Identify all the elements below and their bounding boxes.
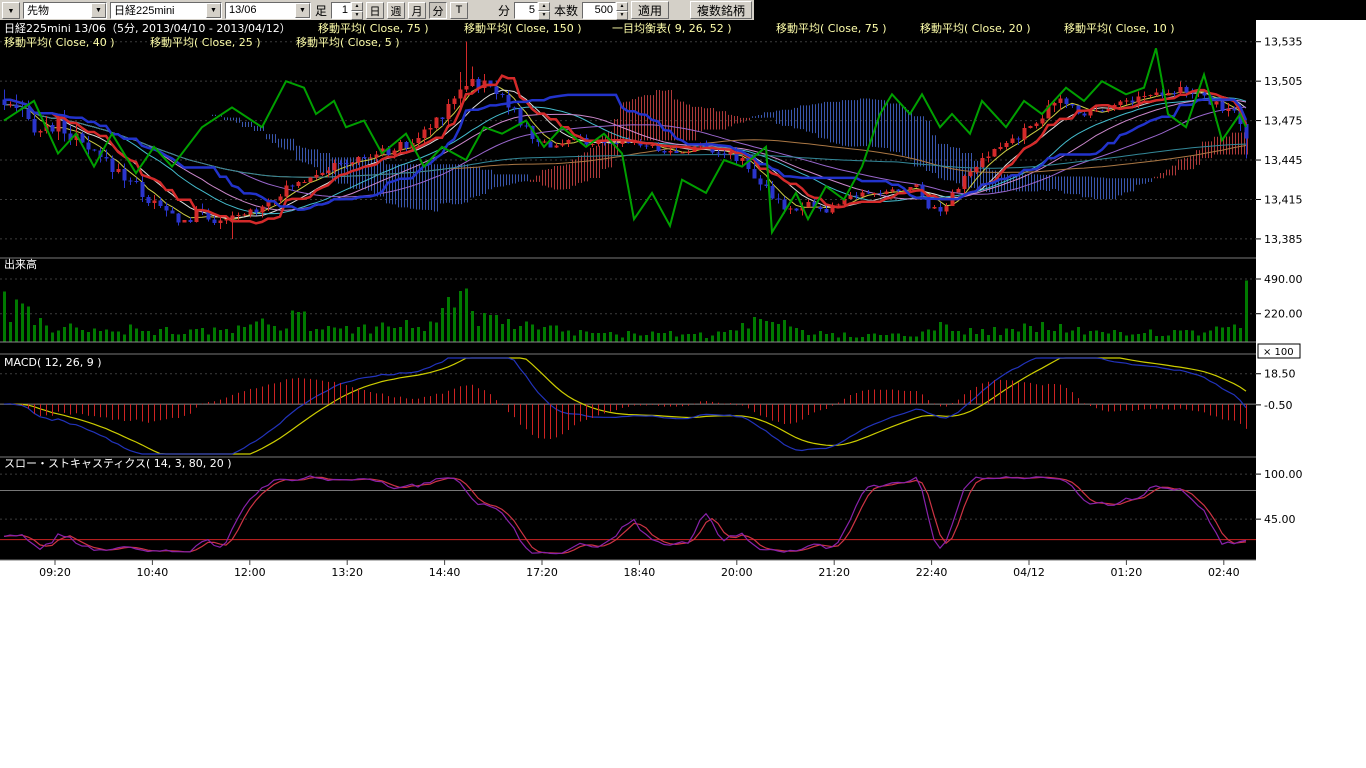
time-axis-label: 22:40 — [916, 566, 948, 579]
spinner-arrows-icon[interactable]: ▲▼ — [616, 2, 628, 19]
chart-title: 日経225mini 13/06（5分, 2013/04/10 - 2013/04… — [4, 22, 291, 35]
price-axis-label: 13,415 — [1264, 193, 1303, 206]
stoch-panel-title: スロー・ストキャスティクス( 14, 3, 80, 20 ) — [4, 457, 232, 470]
chevron-down-icon: ▼ — [91, 3, 106, 18]
time-axis-label: 04/12 — [1013, 566, 1045, 579]
minute-label: 分 — [497, 2, 511, 19]
indicator-label: 移動平均( Close, 5 ) — [296, 35, 400, 49]
time-axis-label: 12:00 — [234, 566, 266, 579]
time-axis-label: 17:20 — [526, 566, 558, 579]
indicator-label: 移動平均( Close, 75 ) — [776, 21, 887, 35]
indicator-label: 一目均衡表( 9, 26, 52 ) — [612, 21, 732, 35]
indicator-label: 移動平均( Close, 20 ) — [920, 21, 1031, 35]
collapse-button[interactable]: ▼ — [2, 2, 20, 19]
spinner-arrows-icon[interactable]: ▲▼ — [538, 2, 550, 19]
stoch-axis-label: 100.00 — [1264, 468, 1303, 481]
indicator-label: 移動平均( Close, 40 ) — [4, 35, 115, 49]
price-axis-label: 13,535 — [1264, 36, 1303, 49]
macd-axis-label: -0.50 — [1264, 399, 1292, 412]
right-axis: 13,535 13,505 13,475 13,445 13,415 13,385 490.… — [1256, 36, 1303, 526]
time-axis-label: 10:40 — [137, 566, 169, 579]
count-value: 500 — [582, 2, 616, 19]
indicator-label: 移動平均( Close, 75 ) — [318, 21, 429, 35]
macd-panel-title: MACD( 12, 26, 9 ) — [4, 356, 102, 369]
price-axis-label: 13,385 — [1264, 233, 1303, 246]
count-stepper[interactable]: 500 ▲▼ — [582, 2, 628, 19]
toolbar: ▼ 先物 ▼ 日経225mini ▼ 13/06 ▼ 足 1 ▲▼ 日 週 月 … — [0, 0, 1366, 20]
symbol-select[interactable]: 日経225mini ▼ — [110, 2, 222, 19]
chevron-down-icon: ▼ — [206, 3, 221, 18]
price-axis-label: 13,445 — [1264, 154, 1303, 167]
multi-symbol-button[interactable]: 複数銘柄 — [690, 1, 752, 19]
indicator-label: 移動平均( Close, 10 ) — [1064, 21, 1175, 35]
volume-axis-label: 220.00 — [1264, 308, 1303, 321]
time-axis-labels: 09:20 10:40 12:00 13:20 14:40 17:20 18:40 20:00… — [39, 560, 1240, 579]
volume-axis-label: 490.00 — [1264, 273, 1303, 286]
category-select[interactable]: 先物 ▼ — [23, 2, 107, 19]
category-select-value: 先物 — [24, 2, 91, 18]
macd-axis-label: 18.50 — [1264, 368, 1296, 381]
stoch-axis-label: 45.00 — [1264, 513, 1296, 526]
period-month-button[interactable]: 月 — [408, 2, 426, 19]
chevron-down-icon: ▼ — [295, 3, 310, 18]
time-axis-label: 20:00 — [721, 566, 753, 579]
time-axis-label: 21:20 — [818, 566, 850, 579]
time-axis-label: 09:20 — [39, 566, 71, 579]
count-label: 本数 — [553, 2, 579, 19]
price-axis-label: 13,475 — [1264, 115, 1303, 128]
period-minute-button[interactable]: 分 — [429, 2, 447, 19]
toolbar-controls: ▼ 先物 ▼ 日経225mini ▼ 13/06 ▼ 足 1 ▲▼ 日 週 月 … — [0, 0, 754, 20]
time-axis-label: 01:20 — [1111, 566, 1143, 579]
minute-stepper[interactable]: 5 ▲▼ — [514, 2, 550, 19]
time-axis-label: 14:40 — [429, 566, 461, 579]
period-tick-button[interactable]: T — [450, 2, 468, 19]
symbol-select-value: 日経225mini — [111, 2, 206, 18]
contract-select[interactable]: 13/06 ▼ — [225, 2, 311, 19]
spinner-arrows-icon[interactable]: ▲▼ — [351, 2, 363, 19]
volume-panel-title: 出来高 — [4, 257, 37, 271]
volume-multiplier-label: × 100 — [1263, 347, 1294, 358]
contract-select-value: 13/06 — [226, 4, 295, 16]
time-axis-label: 13:20 — [331, 566, 363, 579]
time-axis-label: 18:40 — [624, 566, 656, 579]
chevron-down-icon: ▼ — [8, 8, 15, 15]
bar-type-label: 足 — [314, 2, 328, 19]
bar-multiplier-value: 1 — [331, 2, 351, 19]
price-axis-label: 13,505 — [1264, 75, 1303, 88]
apply-button[interactable]: 適用 — [631, 1, 669, 19]
time-axis-label: 02:40 — [1208, 566, 1240, 579]
indicator-label: 移動平均( Close, 150 ) — [464, 21, 582, 35]
bar-multiplier-stepper[interactable]: 1 ▲▼ — [331, 2, 363, 19]
period-week-button[interactable]: 週 — [387, 2, 405, 19]
minute-value: 5 — [514, 2, 538, 19]
period-day-button[interactable]: 日 — [366, 2, 384, 19]
chart-canvas[interactable]: 13,535 13,505 13,475 13,445 13,415 13,385 490.… — [0, 20, 1366, 580]
indicator-label: 移動平均( Close, 25 ) — [150, 35, 261, 49]
